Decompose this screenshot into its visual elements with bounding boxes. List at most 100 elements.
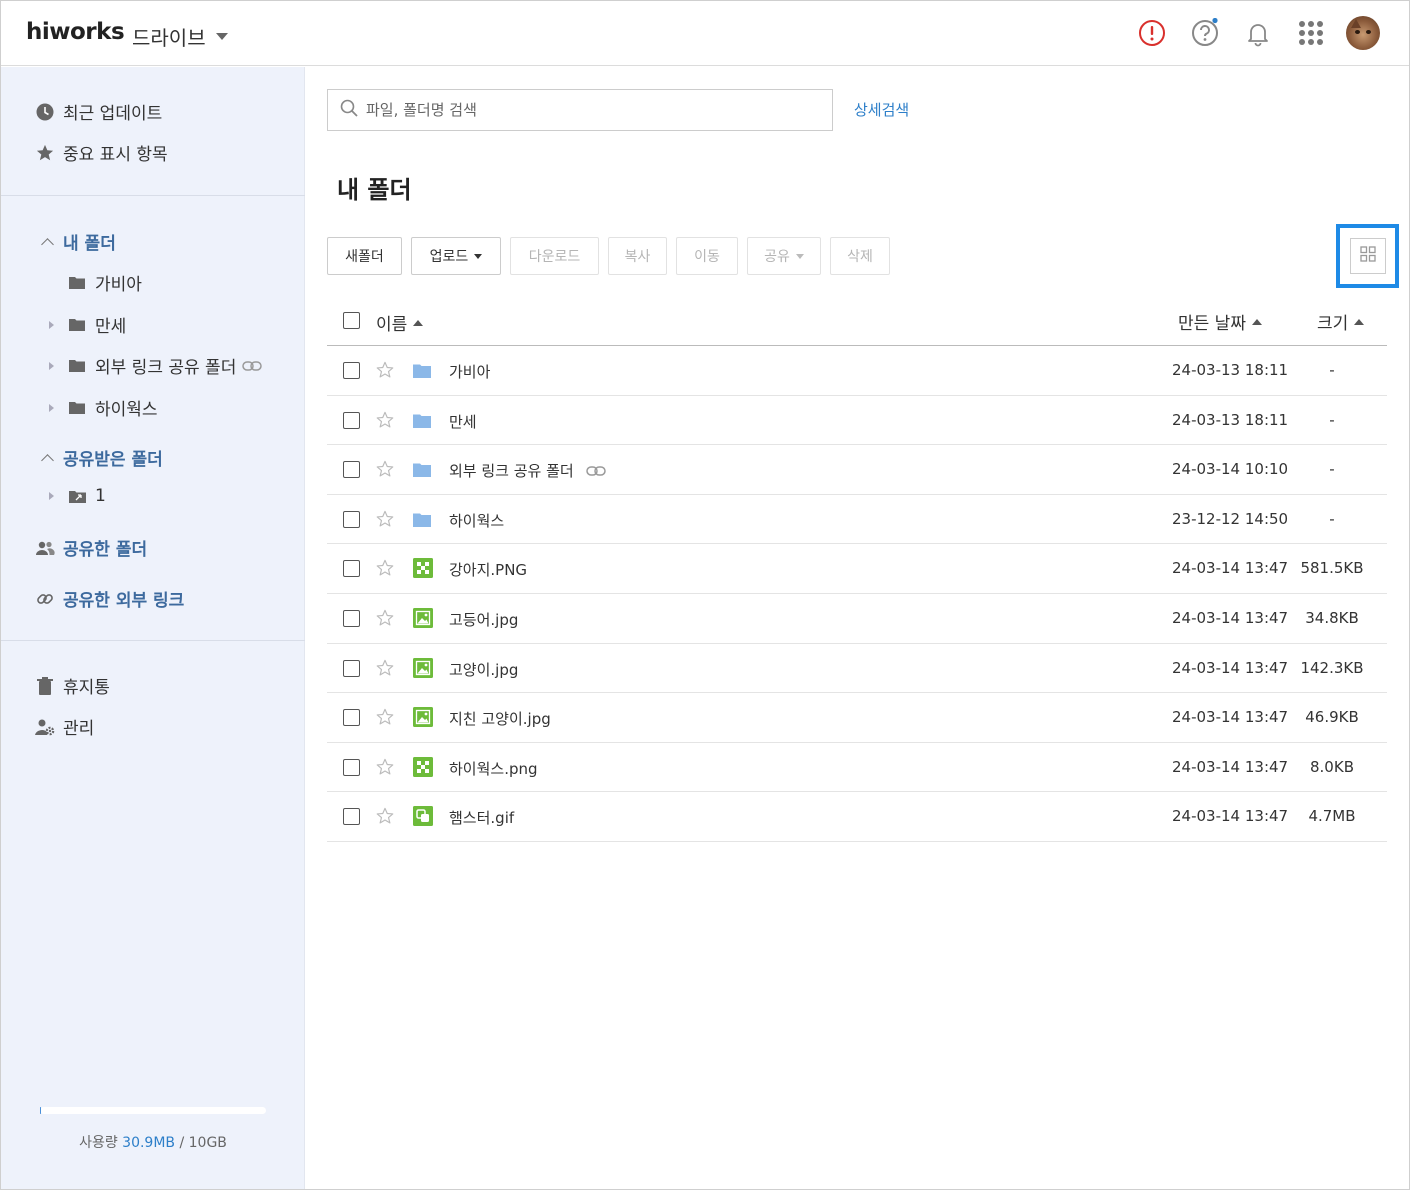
folder-icon (67, 398, 87, 418)
sidebar-group-shared-in[interactable]: 공유받은 폴더 (40, 445, 163, 470)
file-name[interactable]: 고양이.jpg (449, 659, 518, 680)
sidebar-item-admin[interactable]: 관리 (35, 714, 94, 739)
sidebar-item-label: 최근 업데이트 (63, 104, 163, 124)
table-row[interactable]: 하이웍스 23-12-12 14:50 - (327, 495, 1387, 545)
select-all-checkbox[interactable] (343, 312, 360, 329)
help-circle-icon[interactable] (1190, 17, 1220, 48)
chevron-up-icon (40, 451, 54, 467)
star-outline-icon[interactable] (376, 510, 394, 532)
star-outline-icon[interactable] (376, 411, 394, 433)
row-checkbox[interactable] (343, 709, 360, 727)
star-outline-icon[interactable] (376, 361, 394, 383)
row-checkbox[interactable] (343, 758, 360, 776)
row-checkbox[interactable] (343, 411, 360, 429)
star-outline-icon[interactable] (376, 758, 394, 780)
file-name[interactable]: 만세 (449, 411, 477, 432)
bell-icon[interactable] (1243, 18, 1273, 48)
chevron-up-icon (40, 235, 54, 251)
sidebar-folder-gabia[interactable]: 가비아 (45, 270, 142, 295)
file-name[interactable]: 하이웍스.png (449, 758, 538, 779)
sort-asc-icon (413, 319, 424, 326)
sidebar-item-recent[interactable]: 최근 업데이트 (35, 99, 162, 124)
share-button[interactable]: 공유 (747, 237, 821, 275)
delete-button[interactable]: 삭제 (830, 237, 890, 275)
expand-arrow-icon[interactable] (45, 492, 57, 500)
user-avatar[interactable] (1346, 16, 1380, 50)
table-row[interactable]: 강아지.PNG 24-03-14 13:47 581.5KB (327, 544, 1387, 594)
chevron-down-icon (474, 253, 483, 259)
expand-arrow-icon[interactable] (45, 320, 57, 329)
star-outline-icon[interactable] (376, 807, 394, 829)
sidebar-folder-manse[interactable]: 만세 (45, 312, 126, 337)
file-name[interactable]: 햄스터.gif (449, 807, 514, 828)
folder-icon (413, 512, 431, 531)
apps-grid-icon[interactable] (1296, 18, 1326, 48)
sidebar-item-starred[interactable]: 중요 표시 항목 (35, 140, 168, 165)
table-row[interactable]: 가비아 24-03-13 18:11 - (327, 346, 1387, 396)
sidebar-item-label: 관리 (63, 719, 95, 739)
sidebar-folder-hiworks[interactable]: 하이웍스 (45, 395, 158, 420)
file-name[interactable]: 고등어.jpg (449, 609, 518, 630)
sort-by-date[interactable]: 만든 날짜 (1178, 309, 1262, 334)
star-outline-icon[interactable] (376, 460, 394, 482)
file-date: 24-03-13 18:11 (1172, 410, 1289, 429)
table-row[interactable]: 하이웍스.png 24-03-14 13:47 8.0KB (327, 743, 1387, 793)
file-name[interactable]: 가비아 (449, 361, 490, 382)
app-switcher[interactable]: 드라이브 (132, 22, 228, 51)
row-checkbox[interactable] (343, 560, 360, 578)
file-name[interactable]: 외부 링크 공유 폴더 (449, 460, 606, 481)
table-row[interactable]: 외부 링크 공유 폴더 24-03-14 10:10 - (327, 445, 1387, 495)
file-name[interactable]: 강아지.PNG (449, 559, 527, 580)
folder-icon (413, 363, 431, 382)
advanced-search-link[interactable]: 상세검색 (854, 99, 909, 120)
sidebar-shared-folder-1[interactable]: 1 (45, 486, 106, 506)
sidebar-item-label: 만세 (95, 317, 127, 337)
row-checkbox[interactable] (343, 510, 360, 528)
star-outline-icon[interactable] (376, 609, 394, 631)
table-row[interactable]: 고양이.jpg 24-03-14 13:47 142.3KB (327, 644, 1387, 694)
file-date: 24-03-14 13:47 (1172, 708, 1289, 727)
star-outline-icon[interactable] (376, 559, 394, 581)
search-input[interactable] (366, 101, 806, 119)
file-date: 24-03-14 13:47 (1172, 658, 1289, 677)
hiworks-logo[interactable]: hiworks (26, 19, 125, 45)
row-checkbox[interactable] (343, 461, 360, 479)
sidebar-item-shared-links[interactable]: 공유한 외부 링크 (35, 586, 184, 611)
trash-icon (35, 676, 55, 696)
star-outline-icon[interactable] (376, 708, 394, 730)
sidebar-item-trash[interactable]: 휴지통 (35, 673, 110, 698)
star-outline-icon[interactable] (376, 659, 394, 681)
link-icon (242, 360, 263, 372)
file-date: 23-12-12 14:50 (1172, 509, 1289, 528)
file-name[interactable]: 하이웍스 (449, 510, 504, 531)
grid-view-button[interactable] (1349, 238, 1386, 274)
move-button[interactable]: 이동 (676, 237, 738, 275)
row-checkbox[interactable] (343, 808, 360, 826)
storage-used: 30.9MB (122, 1135, 176, 1151)
sort-by-size[interactable]: 크기 (1317, 309, 1365, 334)
row-checkbox[interactable] (343, 362, 360, 379)
table-row[interactable]: 지친 고양이.jpg 24-03-14 13:47 46.9KB (327, 693, 1387, 743)
file-name[interactable]: 지친 고양이.jpg (449, 708, 551, 729)
alert-circle-icon[interactable] (1137, 18, 1167, 48)
star-filled-icon (35, 143, 55, 163)
sidebar-item-shared-out[interactable]: 공유한 폴더 (35, 535, 147, 560)
table-row[interactable]: 만세 24-03-13 18:11 - (327, 396, 1387, 446)
table-row[interactable]: 고등어.jpg 24-03-14 13:47 34.8KB (327, 594, 1387, 644)
sidebar-item-label: 공유한 폴더 (63, 540, 148, 560)
upload-button[interactable]: 업로드 (411, 237, 501, 275)
copy-button[interactable]: 복사 (608, 237, 667, 275)
sidebar: 최근 업데이트 중요 표시 항목 내 폴더 가비아 만세 외부 링크 공유 폴더… (1, 67, 305, 1189)
sort-by-name[interactable]: 이름 (376, 310, 424, 335)
download-button[interactable]: 다운로드 (510, 237, 599, 275)
sidebar-group-my-folder[interactable]: 내 폴더 (40, 229, 116, 254)
row-checkbox[interactable] (343, 659, 360, 677)
row-checkbox[interactable] (343, 609, 360, 627)
table-row[interactable]: 햄스터.gif 24-03-14 13:47 4.7MB (327, 792, 1387, 842)
expand-arrow-icon[interactable] (45, 361, 57, 370)
sidebar-folder-external-link[interactable]: 외부 링크 공유 폴더 (45, 353, 263, 378)
new-folder-button[interactable]: 새폴더 (327, 237, 402, 275)
file-date: 24-03-14 13:47 (1172, 807, 1289, 826)
chevron-down-icon (215, 33, 228, 40)
expand-arrow-icon[interactable] (45, 403, 57, 412)
